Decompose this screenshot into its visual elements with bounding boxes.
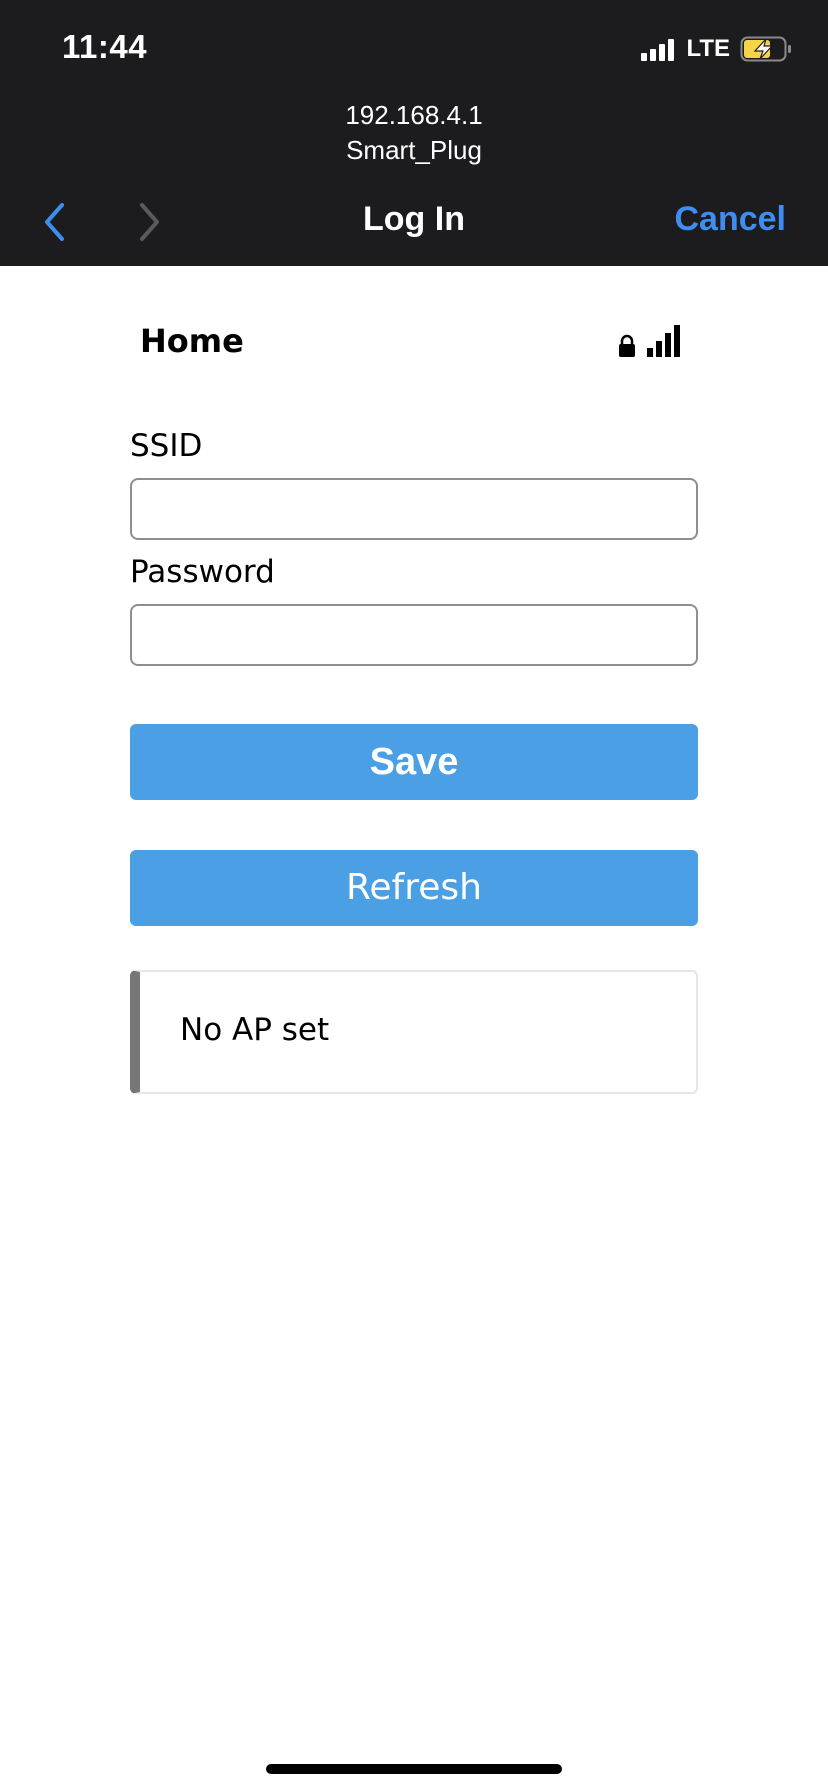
page-host: 192.168.4.1 xyxy=(345,100,483,130)
ssid-input[interactable] xyxy=(130,478,698,540)
status-message-box: No AP set xyxy=(130,970,698,1094)
home-indicator[interactable] xyxy=(266,1764,562,1774)
status-message: No AP set xyxy=(180,1012,330,1048)
password-input[interactable] xyxy=(130,604,698,666)
wifi-signal-strength-icon xyxy=(647,325,680,357)
status-indicators: LTE xyxy=(641,34,794,64)
battery-charging-icon xyxy=(740,36,791,62)
status-time: 11:44 xyxy=(62,28,148,65)
network-list-item[interactable]: Home xyxy=(140,322,680,362)
refresh-button[interactable]: Refresh xyxy=(130,850,698,926)
cellular-signal-icon xyxy=(641,37,675,61)
cancel-button[interactable]: Cancel xyxy=(675,200,787,239)
network-name: Home xyxy=(140,322,244,360)
lock-icon xyxy=(619,334,635,357)
browser-header: 11:44 LTE 192.168.4.1 Smart_Plug Log In … xyxy=(0,0,828,266)
network-type: LTE xyxy=(686,35,730,62)
page-name: Smart_Plug xyxy=(346,135,482,165)
ssid-label: SSID xyxy=(130,428,203,464)
save-button[interactable]: Save xyxy=(130,724,698,800)
network-status-icons xyxy=(618,322,680,358)
password-label: Password xyxy=(130,554,275,590)
